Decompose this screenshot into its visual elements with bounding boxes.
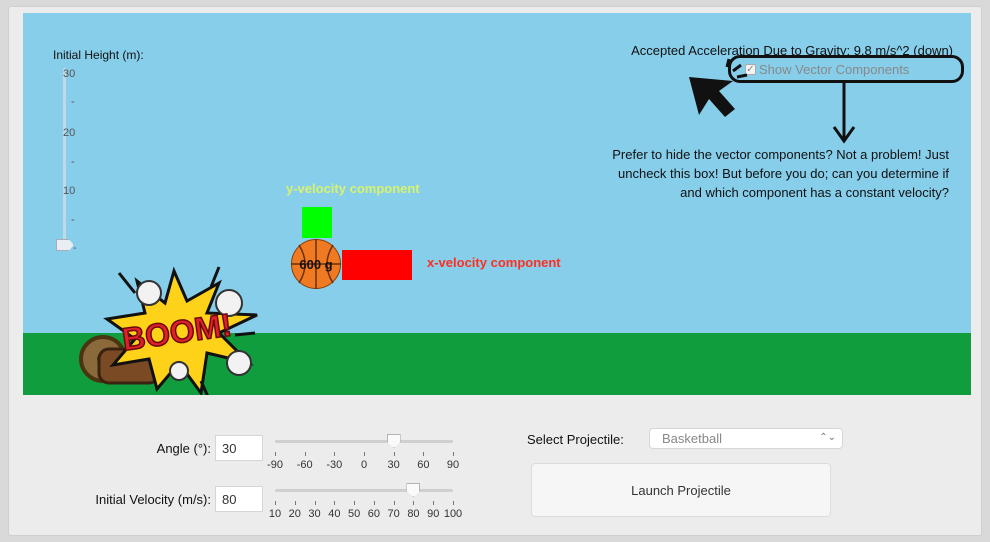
- velocity-tick-label: 40: [328, 508, 341, 520]
- y-velocity-label: y-velocity component: [286, 181, 420, 196]
- angle-tick-mark: [304, 452, 306, 456]
- velocity-tick-label: 50: [347, 508, 361, 520]
- angle-slider-thumb[interactable]: [386, 434, 401, 448]
- velocity-input[interactable]: 80: [215, 486, 263, 512]
- note-line: Prefer to hide the vector components? No…: [612, 147, 949, 162]
- angle-tick-mark: [275, 452, 276, 456]
- note-line: uncheck this box! But before you do; can…: [618, 166, 949, 181]
- x-velocity-label: x-velocity component: [427, 255, 561, 270]
- instruction-note: Prefer to hide the vector components? No…: [559, 145, 949, 202]
- select-projectile-label: Select Projectile:: [527, 432, 624, 447]
- angle-slider-track[interactable]: [275, 440, 453, 443]
- velocity-tick-mark: [275, 501, 276, 505]
- velocity-tick-mark: [413, 501, 415, 505]
- angle-tick-label: -30: [326, 459, 343, 471]
- velocity-slider-track[interactable]: [275, 489, 453, 492]
- height-tick-label: 20: [63, 127, 76, 139]
- velocity-label: Initial Velocity (m/s):: [95, 492, 211, 507]
- height-minor-tick: -: [71, 214, 75, 226]
- angle-slider[interactable]: -90 -60 -30 0 30 60 90: [267, 434, 459, 471]
- angle-input[interactable]: 30: [215, 435, 263, 461]
- angle-tick-mark: [423, 452, 425, 456]
- velocity-tick-label: 100: [443, 508, 463, 520]
- height-minor-tick: -: [71, 96, 75, 108]
- angle-tick-label: -90: [267, 459, 283, 471]
- pointer-cursor-icon: [689, 58, 748, 117]
- angle-tick-mark: [393, 452, 395, 456]
- angle-tick-mark: [334, 452, 336, 456]
- y-velocity-vector: [302, 207, 332, 238]
- x-velocity-vector: [342, 250, 412, 280]
- velocity-tick-mark: [373, 501, 375, 505]
- note-line: and which component has a constant veloc…: [680, 185, 949, 200]
- angle-tick-label: 0: [360, 459, 368, 471]
- launch-projectile-button[interactable]: Launch Projectile: [531, 463, 831, 517]
- height-slider-thumb[interactable]: [56, 239, 74, 251]
- height-title: Initial Height (m):: [53, 48, 144, 62]
- angle-tick-label: -60: [296, 459, 313, 471]
- height-tick-label: 30: [63, 68, 76, 80]
- velocity-slider-thumb[interactable]: [406, 483, 421, 497]
- down-arrow-icon: [832, 83, 856, 144]
- projectile-select-value: Basketball: [662, 431, 722, 446]
- height-minor-tick: -: [71, 156, 75, 168]
- projectile-mass: 600 g: [299, 257, 333, 272]
- chevron-updown-icon: ⌃⌄: [819, 432, 836, 443]
- angle-tick-label: 60: [417, 459, 430, 471]
- velocity-slider-ticks: [275, 501, 454, 506]
- projectile-select[interactable]: Basketball ⌃⌄: [649, 428, 843, 449]
- velocity-tick-label: 80: [407, 508, 420, 520]
- angle-tick-label: 30: [387, 459, 400, 471]
- height-tick-label: 10: [63, 185, 76, 197]
- show-vector-components-checkbox[interactable]: ✓ Show Vector Components: [728, 55, 964, 83]
- cannon-boom-graphic: BOOM!: [79, 266, 258, 395]
- velocity-tick-mark: [314, 501, 316, 505]
- velocity-tick-mark: [334, 501, 336, 505]
- velocity-tick-mark: [433, 501, 435, 505]
- velocity-tick-label: 30: [308, 508, 321, 520]
- velocity-tick-label: 20: [288, 508, 301, 520]
- velocity-tick-label: 60: [367, 508, 380, 520]
- angle-tick-label: 90: [446, 459, 460, 471]
- velocity-tick-mark: [354, 501, 356, 505]
- height-slider-track[interactable]: [63, 68, 66, 248]
- angle-label: Angle (°):: [156, 441, 211, 456]
- angle-tick-mark: [364, 452, 365, 456]
- velocity-tick-mark: [294, 501, 296, 505]
- velocity-tick-label: 90: [427, 508, 440, 520]
- velocity-tick-mark: [393, 501, 395, 505]
- velocity-slider[interactable]: 10 20 30 40 50 60 70 80 90 100: [269, 483, 462, 520]
- velocity-tick-mark: [453, 501, 454, 505]
- app-window: Initial Height (m): 30 20 10 - - - - Acc…: [8, 6, 982, 536]
- show-vector-components-label: Show Vector Components: [759, 61, 910, 77]
- basketball-projectile: 600 g: [291, 239, 341, 289]
- velocity-tick-label: 10: [268, 508, 282, 520]
- angle-tick-mark: [453, 452, 454, 456]
- velocity-tick-label: 70: [387, 508, 400, 520]
- angle-slider-ticks: [275, 452, 454, 457]
- simulation-canvas: Initial Height (m): 30 20 10 - - - - Acc…: [23, 13, 971, 395]
